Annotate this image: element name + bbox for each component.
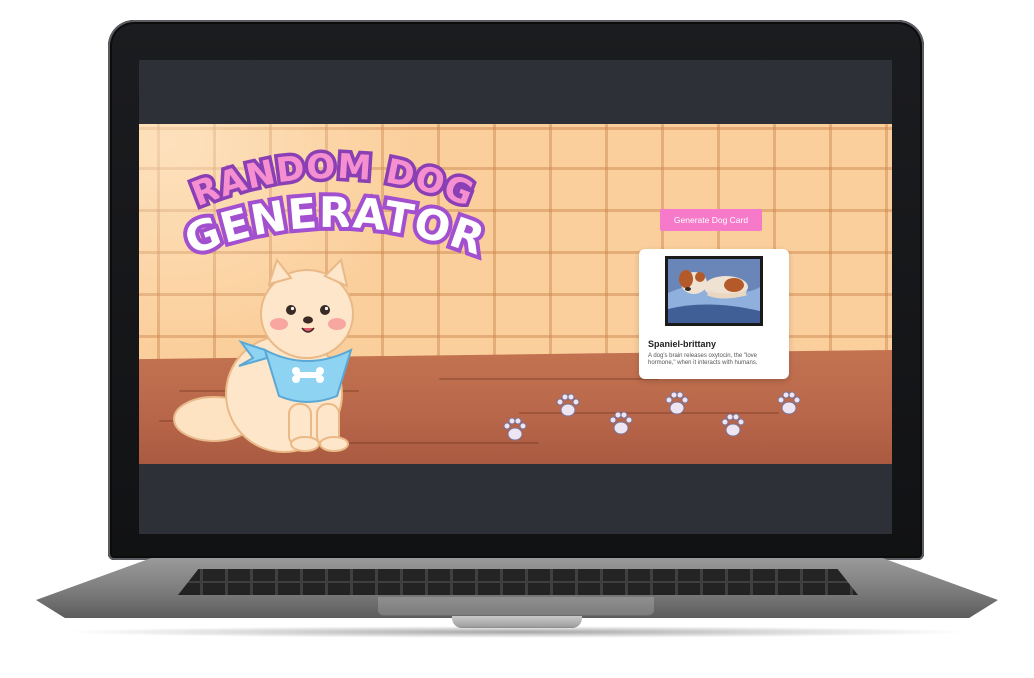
paw-print-icon — [503, 417, 527, 441]
generate-dog-card-button[interactable]: Generate Dog Card — [660, 209, 762, 231]
paw-print-icon — [665, 391, 689, 415]
dog-illustration — [169, 254, 379, 454]
dog-photo — [665, 256, 763, 326]
paw-print-icon — [609, 411, 633, 435]
dog-card: Spaniel-brittany A dog's brain releases … — [639, 249, 789, 379]
paw-print-icon — [721, 413, 745, 437]
paw-print-icon — [777, 391, 801, 415]
laptop-shadow — [60, 626, 974, 638]
keyboard — [178, 569, 858, 595]
trackpad — [378, 597, 654, 616]
laptop-screen: RANDOM DOG GENERATOR Generate Dog Card S… — [139, 60, 892, 534]
paw-print-icon — [556, 393, 580, 417]
web-page: RANDOM DOG GENERATOR Generate Dog Card S… — [139, 124, 892, 464]
floor-plank-line — [439, 378, 659, 380]
dog-breed-name: Spaniel-brittany — [648, 339, 717, 349]
dog-fact-text: A dog's brain releases oxytocin, the "lo… — [648, 353, 758, 366]
